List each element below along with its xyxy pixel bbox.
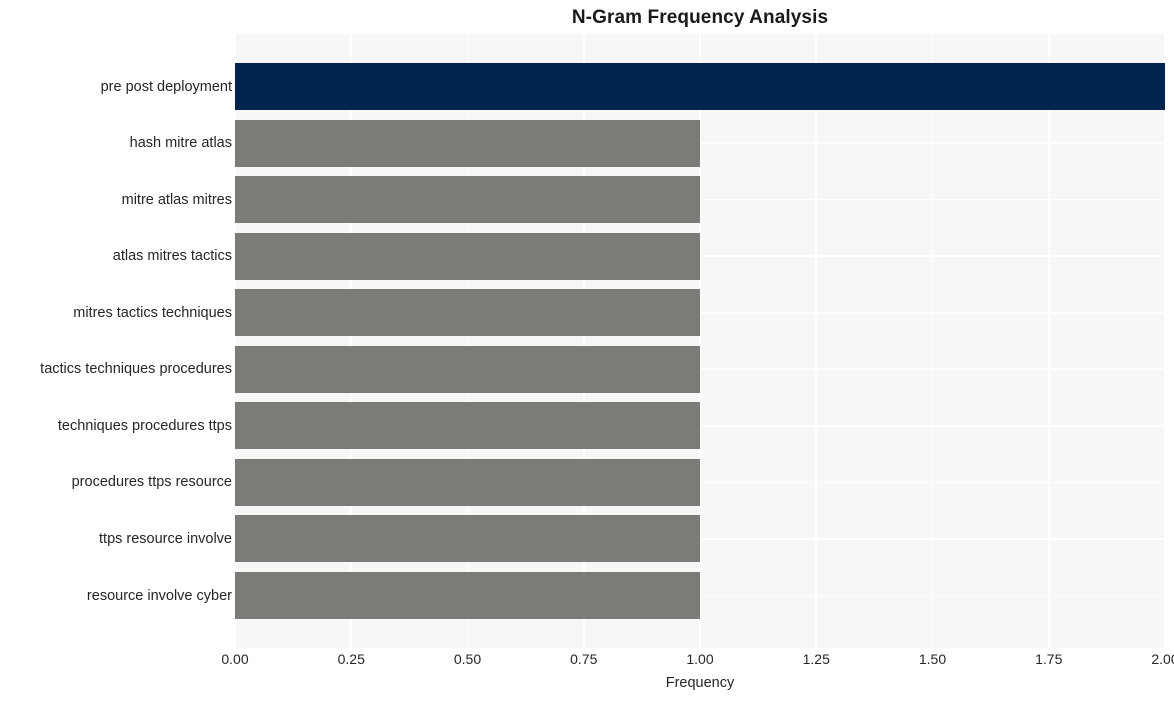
bar[interactable] xyxy=(235,289,700,337)
y-axis-tick-label: resource involve cyber xyxy=(86,587,232,604)
x-axis-tick-labels: 0.00 0.25 0.50 0.75 1.00 1.25 1.50 1.75 2.00 xyxy=(221,651,1174,671)
gridline-vertical xyxy=(931,34,934,648)
y-axis-tick-label: procedures ttps resource xyxy=(71,474,232,491)
y-axis-tick-labels: pre post deployment hash mitre atlas mitre… xyxy=(0,34,232,648)
bar[interactable] xyxy=(235,119,700,167)
bar[interactable] xyxy=(235,232,700,280)
gridline-vertical xyxy=(815,34,818,648)
bar[interactable] xyxy=(235,176,700,224)
bar[interactable] xyxy=(235,572,700,619)
bar[interactable] xyxy=(235,402,700,450)
y-axis-tick-label: mitre atlas mitres xyxy=(121,191,232,208)
y-axis-tick-label: ttps resource involve xyxy=(99,530,232,547)
x-axis-tick-label: 0.50 xyxy=(453,651,482,667)
gridline-vertical xyxy=(1164,34,1165,648)
y-axis-tick-label: techniques procedures ttps xyxy=(57,417,232,434)
plot-area xyxy=(235,34,1165,648)
y-axis-tick-label: mitres tactics techniques xyxy=(73,304,232,321)
page-title: N-Gram Frequency Analysis xyxy=(571,7,829,28)
bar[interactable] xyxy=(235,345,700,393)
y-axis-tick-label: tactics techniques procedures xyxy=(40,361,232,378)
x-axis-tick-label: 0.75 xyxy=(570,651,598,667)
x-axis-tick-label: 0.00 xyxy=(221,651,249,667)
x-axis-tick-label: 1.00 xyxy=(686,651,714,667)
x-axis-tick-label: 1.75 xyxy=(1035,651,1063,667)
gridline-vertical xyxy=(1047,34,1050,648)
x-axis-tick-label: 2.00 xyxy=(1151,651,1174,667)
y-axis-tick-label: hash mitre atlas xyxy=(129,135,232,152)
bar[interactable] xyxy=(235,515,700,563)
x-axis-tick-label: 0.25 xyxy=(337,651,365,667)
x-axis-tick-label: 1.25 xyxy=(802,651,830,667)
x-axis-title: Frequency xyxy=(665,675,735,691)
bar[interactable] xyxy=(235,63,1165,110)
chart-figure: N-Gram Frequency Analysis pre post deplo… xyxy=(0,0,1174,701)
bar[interactable] xyxy=(235,458,700,506)
y-axis-tick-label: atlas mitres tactics xyxy=(112,248,232,265)
x-axis-tick-label: 1.50 xyxy=(918,651,947,667)
y-axis-tick-label: pre post deployment xyxy=(100,78,232,95)
